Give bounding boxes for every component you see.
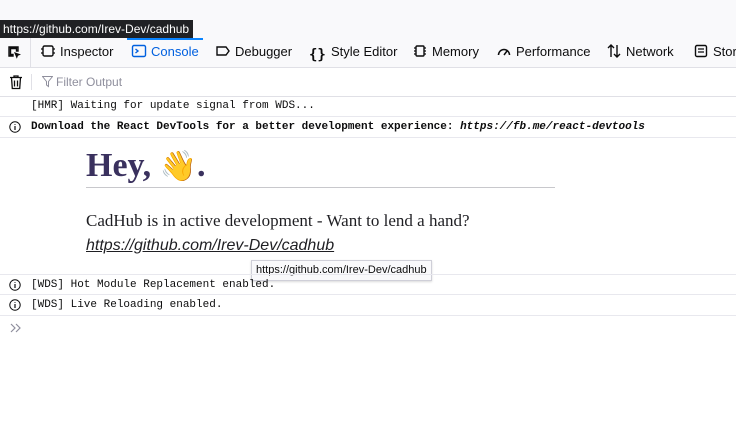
message-text: [WDS] Live Reloading enabled. bbox=[31, 299, 223, 311]
tab-label: Stor bbox=[713, 44, 736, 59]
tab-label: Memory bbox=[432, 44, 479, 59]
inspector-icon bbox=[41, 45, 55, 57]
style-editor-icon: {} bbox=[309, 47, 326, 63]
tab-label: Inspector bbox=[60, 44, 114, 59]
info-icon bbox=[9, 121, 21, 133]
console-heading: Hey, 👋. bbox=[86, 146, 206, 187]
console-message-info: Download the React DevTools for a better… bbox=[0, 117, 736, 138]
tab-label: Console bbox=[151, 44, 199, 59]
message-bold-text: Download the React DevTools for a better… bbox=[31, 121, 461, 133]
network-icon bbox=[607, 44, 621, 58]
toolbar-divider bbox=[31, 74, 32, 90]
info-icon bbox=[9, 279, 21, 291]
tab-label: Network bbox=[626, 44, 674, 59]
tab-inspector[interactable]: Inspector bbox=[40, 38, 113, 67]
devtools-toolbar: Inspector Console Debugger {} Style Edito… bbox=[0, 38, 736, 68]
performance-icon bbox=[497, 48, 511, 56]
heading-underline bbox=[86, 187, 555, 188]
element-picker-button[interactable] bbox=[0, 38, 31, 67]
tab-debugger[interactable]: Debugger bbox=[215, 38, 292, 67]
cadhub-github-link[interactable]: https://github.com/Irev-Dev/cadhub bbox=[86, 237, 334, 255]
memory-icon bbox=[414, 45, 426, 57]
heading-period: . bbox=[197, 147, 206, 184]
message-link[interactable]: https://fb.me/react-devtools bbox=[460, 121, 645, 133]
info-icon bbox=[9, 299, 21, 311]
tab-label: Debugger bbox=[235, 44, 293, 59]
waving-hand-icon: 👋 bbox=[159, 150, 198, 183]
message-text: [HMR] Waiting for update signal from WDS… bbox=[31, 100, 315, 112]
tab-label: Style Editor bbox=[331, 44, 398, 59]
message-text: [WDS] Hot Module Replacement enabled. bbox=[31, 279, 276, 291]
console-filter-bar bbox=[0, 68, 736, 97]
status-url: https://github.com/Irev-Dev/cadhub bbox=[0, 20, 194, 38]
console-message-info: [WDS] Live Reloading enabled. bbox=[0, 295, 736, 316]
element-picker-icon bbox=[8, 46, 21, 59]
debugger-icon bbox=[216, 46, 230, 56]
console-message: [HMR] Waiting for update signal from WDS… bbox=[0, 97, 736, 117]
tab-console[interactable]: Console bbox=[127, 38, 203, 67]
message-text: Download the React DevTools for a better… bbox=[31, 121, 645, 133]
console-paragraph: CadHub is in active development - Want t… bbox=[86, 211, 470, 230]
tab-memory[interactable]: Memory bbox=[412, 38, 479, 67]
heading-text: Hey, bbox=[86, 147, 160, 184]
console-icon bbox=[131, 44, 147, 58]
console-input[interactable] bbox=[30, 320, 720, 338]
tab-storage[interactable]: Stor bbox=[693, 38, 736, 67]
tab-network[interactable]: Network bbox=[606, 38, 674, 67]
filter-icon bbox=[42, 76, 53, 88]
console-message-info: [WDS] Hot Module Replacement enabled. bbox=[0, 274, 736, 295]
trash-icon[interactable] bbox=[9, 74, 23, 90]
tab-label: Performance bbox=[516, 44, 591, 59]
storage-icon bbox=[694, 44, 708, 58]
tab-style-editor[interactable]: {} Style Editor bbox=[309, 38, 397, 67]
filter-output-input[interactable] bbox=[56, 72, 356, 92]
tab-performance[interactable]: Performance bbox=[496, 38, 590, 67]
console-prompt-icon bbox=[10, 323, 21, 333]
